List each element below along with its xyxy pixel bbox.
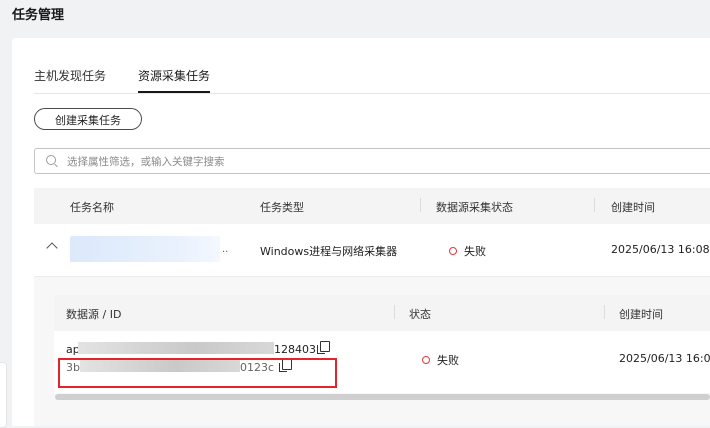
create-collection-task-button[interactable]: 创建采集任务 <box>34 108 142 130</box>
column-divider <box>394 305 395 319</box>
table-header: 任务名称 任务类型 数据源采集状态 创建时间 <box>34 188 710 224</box>
source-suffix: 128403 <box>274 343 316 356</box>
expanded-detail-panel: 数据源 / ID 状态 创建时间 ap 128403 3b 0123c 失败 2… <box>34 277 710 426</box>
column-divider <box>594 198 595 212</box>
col-task-name: 任务名称 <box>70 201 114 214</box>
highlight-box <box>58 358 337 388</box>
sub-table-header: 数据源 / ID 状态 创建时间 <box>54 295 710 331</box>
copy-icon[interactable] <box>317 341 330 354</box>
search-input[interactable] <box>65 152 669 172</box>
chevron-up-icon[interactable] <box>46 242 58 254</box>
horizontal-scrollbar[interactable] <box>55 394 710 400</box>
tab-resource-collection[interactable]: 资源采集任务 <box>138 67 211 93</box>
side-panel-edge <box>0 362 7 428</box>
table-row[interactable]: .. Windows进程与网络采集器 失败 2025/06/13 16:08:4 <box>34 224 710 277</box>
task-name-redacted[interactable] <box>70 236 220 262</box>
col-sub-created: 创建时间 <box>619 308 663 321</box>
col-sub-status: 状态 <box>409 308 431 321</box>
task-name-ellipsis: .. <box>222 244 229 255</box>
search-bar[interactable] <box>34 148 710 174</box>
status-dot-icon <box>449 247 457 255</box>
created-time-cell: 2025/06/13 16:08:4 <box>611 243 710 256</box>
sub-status-cell: 失败 <box>422 352 459 368</box>
tab-host-discovery[interactable]: 主机发现任务 <box>34 67 106 84</box>
sub-created-time: 2025/06/13 16:08 <box>619 352 710 365</box>
col-collection-status: 数据源采集状态 <box>436 201 513 214</box>
search-icon <box>46 155 56 165</box>
sub-status-label: 失败 <box>437 354 459 367</box>
tab-bar: 主机发现任务 资源采集任务 <box>34 65 710 94</box>
column-divider <box>604 305 605 319</box>
status-label: 失败 <box>464 245 486 258</box>
col-source-id: 数据源 / ID <box>66 308 122 321</box>
page-title: 任务管理 <box>12 8 65 23</box>
column-divider <box>420 198 421 212</box>
status-dot-icon <box>422 356 430 364</box>
status-cell: 失败 <box>449 243 486 259</box>
task-type-cell: Windows进程与网络采集器 <box>260 245 398 258</box>
col-created-time: 创建时间 <box>611 201 655 214</box>
col-task-type: 任务类型 <box>260 201 304 214</box>
source-redacted <box>78 342 274 354</box>
